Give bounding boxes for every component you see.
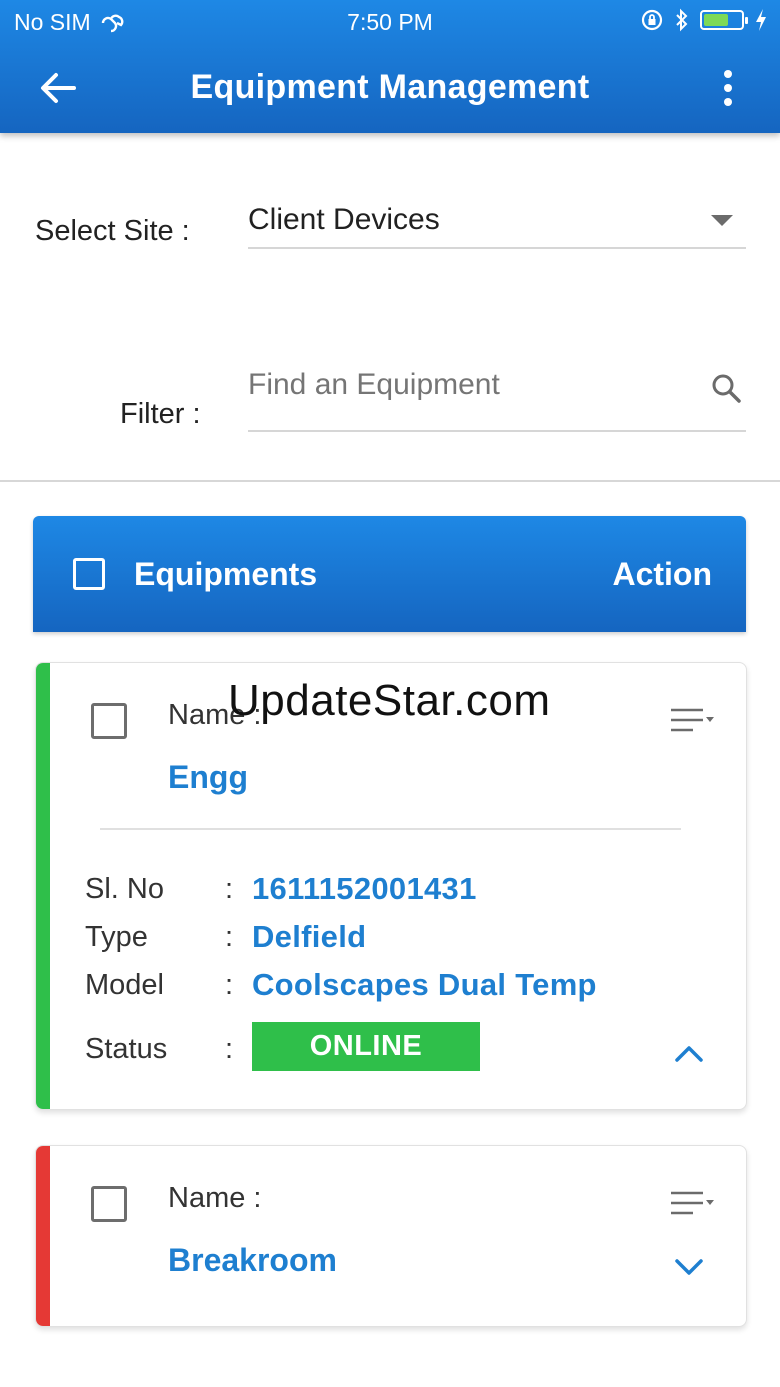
equipments-table-header: Equipments Action (33, 516, 746, 632)
equipment-checkbox[interactable] (91, 1186, 127, 1222)
status-accent-bar (36, 663, 50, 1109)
name-label: Name : (168, 1182, 262, 1214)
type-label: Type (85, 921, 148, 953)
battery-icon (700, 10, 748, 30)
model-value: Coolscapes Dual Temp (252, 967, 597, 1002)
equipment-search-input[interactable] (248, 362, 688, 408)
equipment-name[interactable]: Engg (168, 759, 248, 796)
model-label: Model (85, 969, 164, 1001)
app-header: No SIM 7:50 PM Equipment Management (0, 0, 780, 133)
select-all-checkbox[interactable] (73, 558, 105, 590)
equipment-checkbox[interactable] (91, 703, 127, 739)
filter-label: Filter : (120, 398, 201, 430)
charging-bolt-icon (756, 9, 766, 31)
overflow-menu-button[interactable] (722, 70, 734, 108)
site-select-underline (248, 247, 746, 249)
serial-label: Sl. No (85, 873, 164, 905)
status-accent-bar (36, 1146, 50, 1326)
chevron-down-icon[interactable] (674, 1258, 704, 1278)
bluetooth-icon (676, 8, 688, 32)
status-badge: ONLINE (252, 1022, 480, 1071)
serial-colon: : (225, 873, 234, 905)
status-label: Status (85, 1033, 168, 1065)
equipments-column-label: Equipments (134, 556, 318, 592)
serial-value: 1611152001431 (252, 871, 477, 906)
chevron-up-icon[interactable] (674, 1043, 704, 1063)
site-select-value[interactable]: Client Devices (248, 203, 440, 237)
status-colon: : (225, 1033, 234, 1065)
sort-lines-icon[interactable] (669, 1190, 715, 1218)
type-colon: : (225, 921, 234, 953)
section-divider (0, 480, 780, 482)
search-icon[interactable] (710, 372, 742, 404)
status-right (640, 8, 768, 32)
more-vertical-icon (722, 70, 734, 106)
caret-down-icon[interactable] (710, 214, 734, 228)
watermark: UpdateStar.com (228, 676, 551, 725)
model-colon: : (225, 969, 234, 1001)
sort-lines-icon[interactable] (669, 707, 715, 735)
equipment-card: Name : Engg Sl. No : 1611152001431 Type … (35, 662, 747, 1110)
card-divider (100, 828, 681, 830)
page-title: Equipment Management (190, 68, 590, 106)
select-site-label: Select Site : (35, 215, 190, 247)
equipment-name[interactable]: Breakroom (168, 1242, 337, 1279)
action-column-label: Action (612, 556, 712, 592)
status-bar: No SIM 7:50 PM (0, 0, 780, 44)
equipment-card: Name : Breakroom (35, 1145, 747, 1327)
rotation-lock-icon (641, 9, 663, 31)
filter-underline (248, 430, 746, 432)
type-value: Delfield (252, 919, 367, 954)
